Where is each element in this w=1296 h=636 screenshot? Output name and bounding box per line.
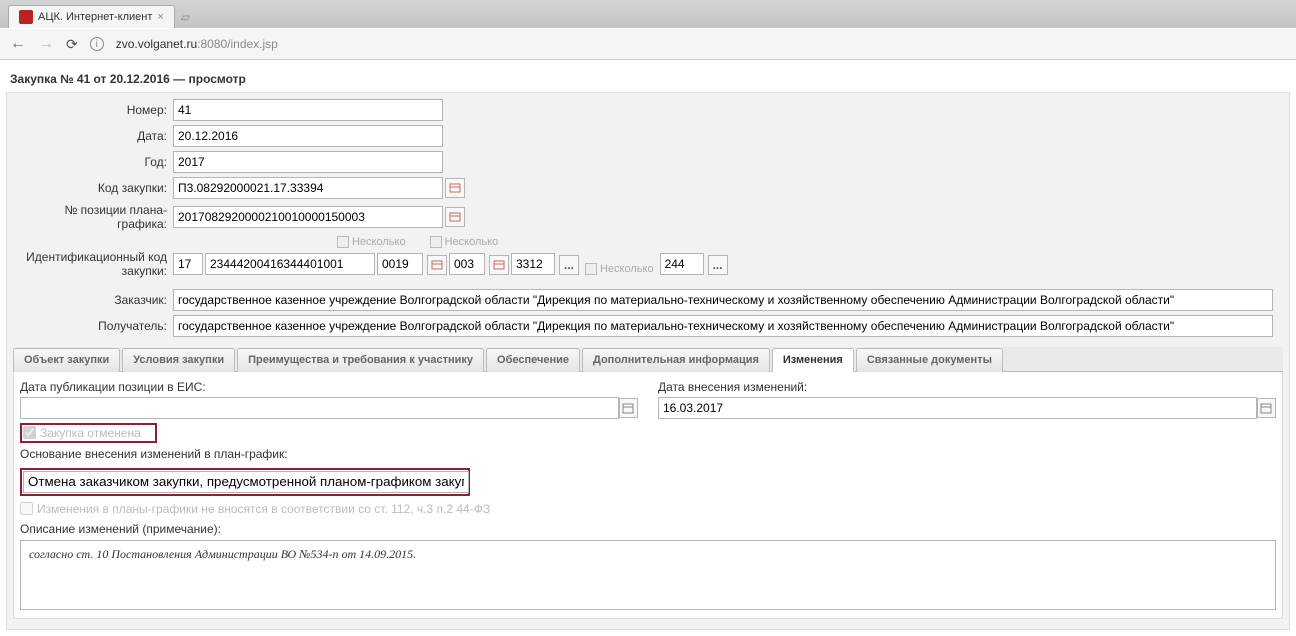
idcode-dots-button-1[interactable]: ... [559,255,579,275]
plan-pos-label: № позиции плана-графика: [13,203,173,232]
page-title: Закупка № 41 от 20.12.2016 — просмотр [6,66,1290,92]
checkbox-icon [430,236,442,248]
plan-pos-field[interactable] [173,206,443,228]
idcode-checkbox-row: Несколько Несколько [337,236,1283,248]
tab-object[interactable]: Объект закупки [13,348,120,372]
purchase-code-picker-icon[interactable] [445,178,465,198]
customer-label: Заказчик: [13,293,173,307]
plan-pos-picker-icon[interactable] [445,207,465,227]
form-panel: Номер: Дата: Год: Код закупки: № позиции… [6,92,1290,630]
date-field[interactable] [173,125,443,147]
several-checkbox-1: Несколько [337,236,406,248]
idcode-part-5[interactable] [511,253,555,275]
basis-field[interactable] [23,471,469,493]
idcode-part-3[interactable] [377,253,423,275]
browser-tab-strip: АЦК. Интернет-клиент × ▱ [0,0,1296,28]
reload-icon[interactable]: ⟳ [66,36,78,53]
no-changes-label: Изменения в планы-графики не вносятся в … [37,502,490,516]
idcode-part-2[interactable] [205,253,375,275]
tab-additional-info[interactable]: Дополнительная информация [582,348,770,372]
year-field[interactable] [173,151,443,173]
no-changes-checkbox [20,502,33,515]
calendar-icon[interactable] [619,398,638,418]
idcode-picker-icon-2[interactable] [489,255,509,275]
date-label: Дата: [13,129,173,143]
url-display[interactable]: zvo.volganet.ru:8080/index.jsp [116,37,278,51]
purchase-code-field[interactable] [173,177,443,199]
tab-conditions[interactable]: Условия закупки [122,348,235,372]
cancelled-checkbox [23,426,36,439]
nav-back-icon[interactable]: ← [10,35,26,53]
year-label: Год: [13,155,173,169]
idcode-picker-icon-1[interactable] [427,255,447,275]
recipient-field[interactable] [173,315,1273,337]
idcode-dots-button-2[interactable]: ... [708,255,728,275]
idcode-part-1[interactable] [173,253,203,275]
desc-textarea[interactable]: согласно ст. 10 Постановления Администра… [20,540,1276,610]
site-favicon [19,10,33,24]
pub-date-field[interactable] [20,397,619,419]
nav-forward-icon: → [38,35,54,53]
cancelled-highlight: Закупка отменена [20,423,157,443]
close-tab-icon[interactable]: × [157,11,163,23]
number-field[interactable] [173,99,443,121]
calendar-icon[interactable] [1257,398,1276,418]
basis-highlight [20,468,470,496]
idcode-label: Идентификационный кодзакупки: [13,250,173,279]
checkbox-icon [585,263,597,275]
browser-tab[interactable]: АЦК. Интернет-клиент × [8,5,175,28]
tab-strip: Объект закупки Условия закупки Преимущес… [13,347,1283,372]
basis-label: Основание внесения изменений в план-граф… [20,447,1276,461]
desc-label: Описание изменений (примечание): [20,522,1276,536]
idcode-part-6[interactable] [660,253,704,275]
recipient-label: Получатель: [13,319,173,333]
new-tab-button[interactable]: ▱ [175,6,196,28]
tab-linked-docs[interactable]: Связанные документы [856,348,1003,372]
change-date-field[interactable] [658,397,1257,419]
several-checkbox-2: Несколько [430,236,499,248]
tab-changes-content: Дата публикации позиции в ЕИС: Дата внес… [13,372,1283,619]
checkbox-icon [337,236,349,248]
site-info-icon[interactable]: i [90,37,104,51]
tab-title: АЦК. Интернет-клиент [38,11,152,23]
number-label: Номер: [13,103,173,117]
tab-security[interactable]: Обеспечение [486,348,580,372]
purchase-code-label: Код закупки: [13,181,173,195]
pub-date-label: Дата публикации позиции в ЕИС: [20,380,638,394]
idcode-part-4[interactable] [449,253,485,275]
customer-field[interactable] [173,289,1273,311]
cancelled-label: Закупка отменена [40,426,141,440]
browser-toolbar: ← → ⟳ i zvo.volganet.ru:8080/index.jsp [0,28,1296,60]
tab-changes[interactable]: Изменения [772,348,854,372]
tab-requirements[interactable]: Преимущества и требования к участнику [237,348,484,372]
change-date-label: Дата внесения изменений: [658,380,1276,394]
